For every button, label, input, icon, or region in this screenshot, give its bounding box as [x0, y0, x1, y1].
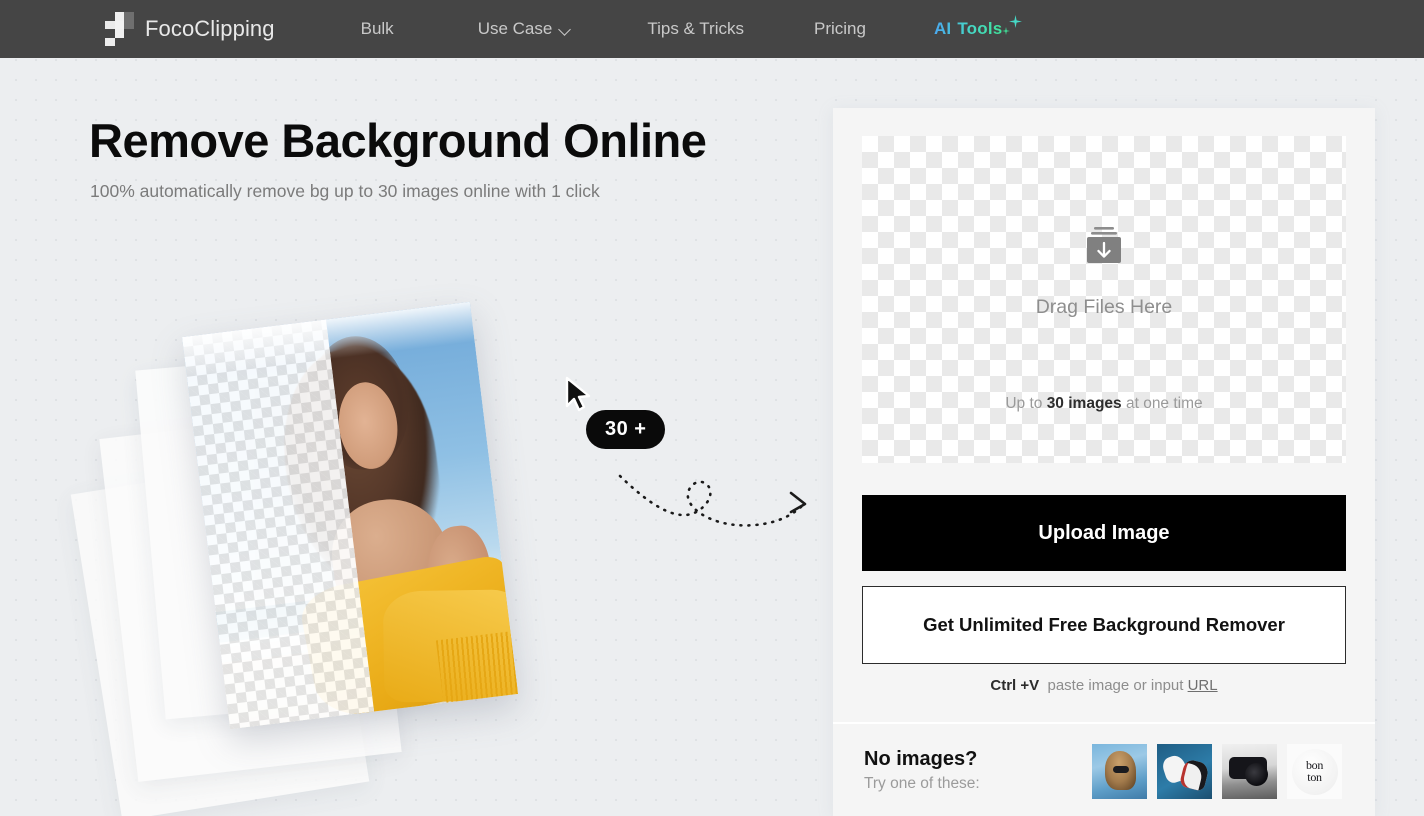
ai-tools-label-b: Tools	[957, 19, 1003, 38]
paste-hint-text: paste image or input	[1047, 677, 1184, 694]
upload-panel: Drag Files Here Up to 30 images at one t…	[833, 108, 1375, 816]
sample-bon-ton-logo-thumbnail[interactable]: bon ton	[1287, 744, 1342, 799]
hero-photo-card	[182, 301, 518, 730]
nav-item-bulk[interactable]: Bulk	[361, 19, 394, 39]
sparkle-small-icon	[1002, 27, 1011, 35]
limit-prefix: Up to	[1005, 395, 1047, 412]
dropzone-label: Drag Files Here	[1035, 296, 1173, 318]
samples-subtitle: Try one of these:	[864, 774, 980, 792]
site-header: FocoClipping Bulk Use Case Tips & Tricks…	[0, 0, 1424, 58]
sparkle-icon	[1009, 15, 1023, 28]
nav-label-use-case: Use Case	[477, 19, 553, 38]
brand-name: FocoClipping	[145, 16, 275, 41]
limit-bold: 30 images	[1046, 395, 1122, 412]
page-subtitle: 100% automatically remove bg up to 30 im…	[90, 181, 600, 201]
brand-logo[interactable]: FocoClipping	[105, 12, 275, 46]
paste-hint: Ctrl +V paste image or input URL	[833, 677, 1375, 694]
sample-white-sneakers-thumbnail[interactable]	[1157, 744, 1212, 799]
hero-artwork: 30 +	[0, 208, 833, 816]
bon-ton-logo-mark: bon ton	[1291, 748, 1338, 795]
nav-item-use-case[interactable]: Use Case	[478, 19, 572, 39]
nav-label-pricing: Pricing	[813, 19, 866, 38]
url-link[interactable]: URL	[1188, 677, 1218, 694]
main-nav: Bulk Use Case Tips & Tricks Pricing AI T…	[361, 15, 1023, 39]
get-unlimited-button[interactable]: Get Unlimited Free Background Remover	[862, 586, 1346, 664]
nav-item-pricing[interactable]: Pricing	[814, 19, 866, 39]
nav-label-tips-tricks: Tips & Tricks	[647, 19, 744, 38]
page-title: Remove Background Online	[89, 114, 707, 167]
nav-label-bulk: Bulk	[360, 19, 394, 38]
upload-image-button[interactable]: Upload Image	[862, 495, 1346, 571]
dropzone-limit-text: Up to 30 images at one time	[1005, 395, 1202, 413]
checker-squares-logo-icon	[105, 12, 134, 46]
samples-title: No images?	[864, 747, 978, 770]
file-dropzone[interactable]: Drag Files Here Up to 30 images at one t…	[862, 136, 1346, 463]
mouse-pointer-icon	[563, 376, 595, 419]
chevron-down-icon	[560, 24, 571, 35]
nav-item-tips-tricks[interactable]: Tips & Tricks	[647, 19, 744, 39]
nav-item-ai-tools[interactable]: AI Tools	[933, 15, 1023, 39]
dotted-curved-arrow-icon	[615, 463, 820, 543]
sample-thumbnails: bon ton	[1092, 744, 1342, 799]
hero-section: Remove Background Online 100% automatica…	[0, 58, 833, 816]
sample-camera-thumbnail[interactable]	[1222, 744, 1277, 799]
ai-tools-label-a: AI	[933, 19, 952, 38]
sample-woman-sunglasses-thumbnail[interactable]	[1092, 744, 1147, 799]
sample-images-section: No images? Try one of these: bon ton	[833, 724, 1375, 816]
limit-suffix: at one time	[1121, 395, 1203, 412]
tray-download-icon	[1081, 225, 1127, 274]
image-count-badge: 30 +	[586, 410, 666, 449]
paste-shortcut: Ctrl +V	[990, 677, 1040, 694]
